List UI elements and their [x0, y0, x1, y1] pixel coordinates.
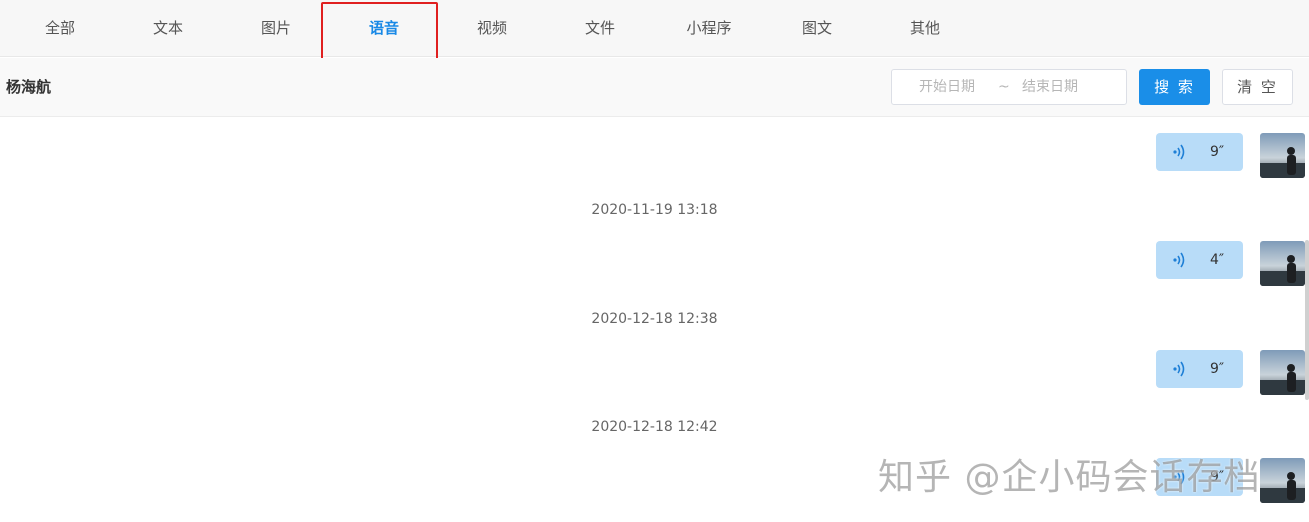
tab-other[interactable]: 其他 [871, 0, 979, 57]
date-range-separator: ~ [998, 79, 1010, 95]
voice-message-bubble[interactable]: 4″ [1156, 241, 1243, 279]
voice-duration: 4″ [1210, 252, 1225, 268]
end-date-placeholder[interactable]: 结束日期 [1022, 70, 1078, 104]
filter-bar: 杨海航 开始日期 ~ 结束日期 搜 索 清 空 [0, 58, 1309, 117]
message-timestamp: 2020-12-18 12:42 [591, 419, 718, 435]
message-timestamp: 2020-11-19 13:18 [591, 202, 718, 218]
voice-wave-icon [1172, 359, 1186, 383]
avatar [1260, 350, 1305, 395]
message-type-tabs: 全部 文本 图片 语音 视频 文件 小程序 图文 其他 [0, 0, 1309, 57]
tab-video[interactable]: 视频 [438, 0, 546, 57]
voice-duration: 9″ [1210, 144, 1225, 160]
avatar [1260, 458, 1305, 503]
voice-message-bubble[interactable]: 9″ [1156, 350, 1243, 388]
voice-wave-icon [1172, 142, 1186, 166]
search-button[interactable]: 搜 索 [1139, 69, 1210, 105]
avatar [1260, 133, 1305, 178]
clear-button[interactable]: 清 空 [1222, 69, 1293, 105]
avatar [1260, 241, 1305, 286]
message-timestamp: 2020-12-18 12:38 [591, 311, 718, 327]
tab-all[interactable]: 全部 [6, 0, 114, 57]
tab-text[interactable]: 文本 [114, 0, 222, 57]
voice-duration: 9″ [1210, 361, 1225, 377]
tab-mini-program[interactable]: 小程序 [655, 0, 763, 57]
start-date-placeholder[interactable]: 开始日期 [919, 70, 975, 104]
tab-image[interactable]: 图片 [222, 0, 330, 57]
contact-name: 杨海航 [6, 78, 52, 96]
tab-voice[interactable]: 语音 [330, 0, 438, 57]
tab-article[interactable]: 图文 [763, 0, 871, 57]
voice-message-bubble[interactable]: 9″ [1156, 133, 1243, 171]
watermark-text: 知乎 @企小码会话存档 [878, 457, 1261, 498]
scrollbar[interactable] [1305, 240, 1309, 400]
voice-wave-icon [1172, 250, 1186, 274]
tab-file[interactable]: 文件 [546, 0, 654, 57]
date-range-picker[interactable]: 开始日期 ~ 结束日期 [891, 69, 1127, 105]
